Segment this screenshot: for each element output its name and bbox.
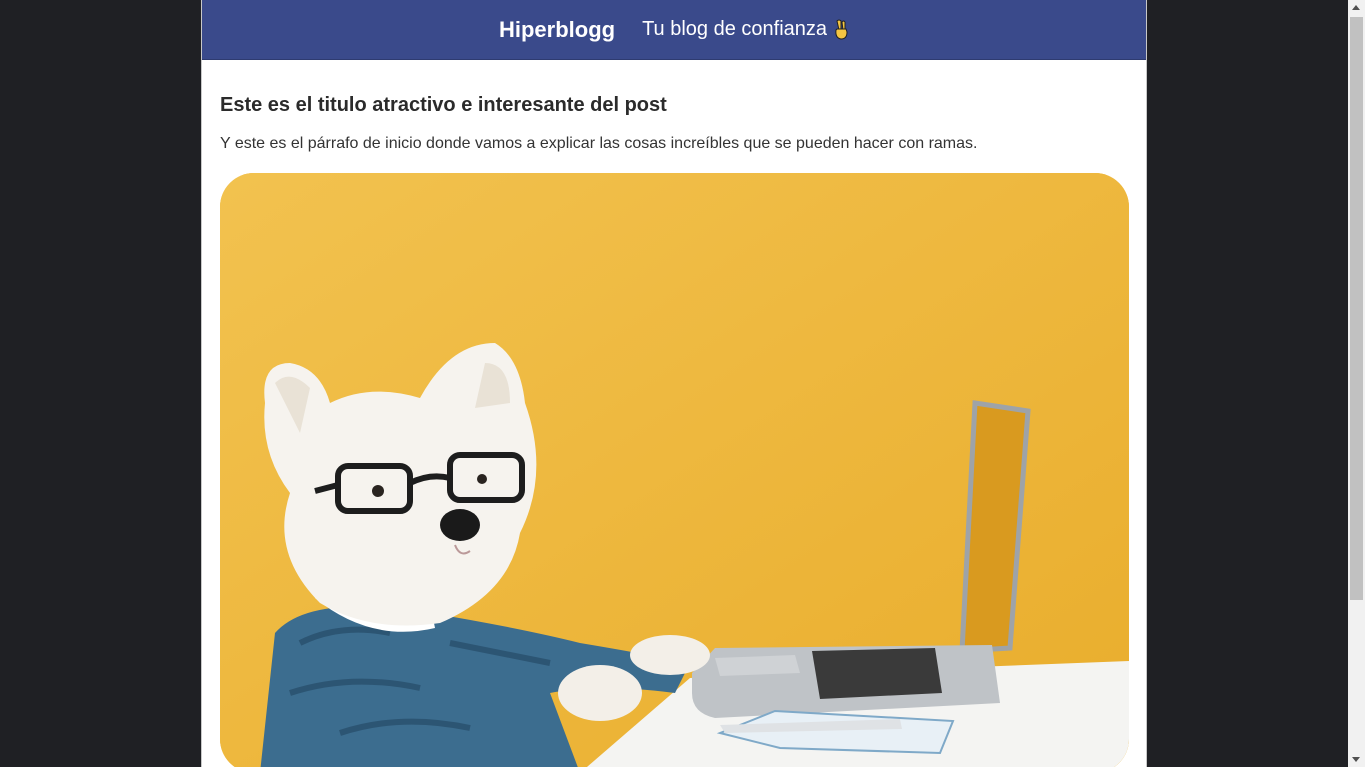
site-brand[interactable]: Hiperblogg <box>499 17 615 43</box>
post-title: Este es el titulo atractivo e interesant… <box>220 94 667 116</box>
site-header: Hiperblogg Tu blog de confianza <box>202 0 1146 60</box>
scrollbar-thumb[interactable] <box>1350 17 1363 600</box>
page-scrollbar[interactable] <box>1348 0 1365 767</box>
scroll-up-arrow-icon[interactable] <box>1352 5 1360 10</box>
post-intro: Y este es el párrafo de inicio donde vam… <box>220 135 978 152</box>
hero-image <box>220 173 1129 767</box>
post-content: Este es el titulo atractivo e interesant… <box>202 93 1146 767</box>
blog-page: Hiperblogg Tu blog de confianza Este es … <box>201 0 1147 767</box>
dog-with-glasses-at-laptop-photo <box>220 173 1129 767</box>
victory-hand-icon <box>835 19 848 40</box>
site-tagline: Tu blog de confianza <box>642 18 828 40</box>
scroll-down-arrow-icon[interactable] <box>1352 757 1360 762</box>
site-tagline-wrap: Tu blog de confianza <box>642 18 849 41</box>
